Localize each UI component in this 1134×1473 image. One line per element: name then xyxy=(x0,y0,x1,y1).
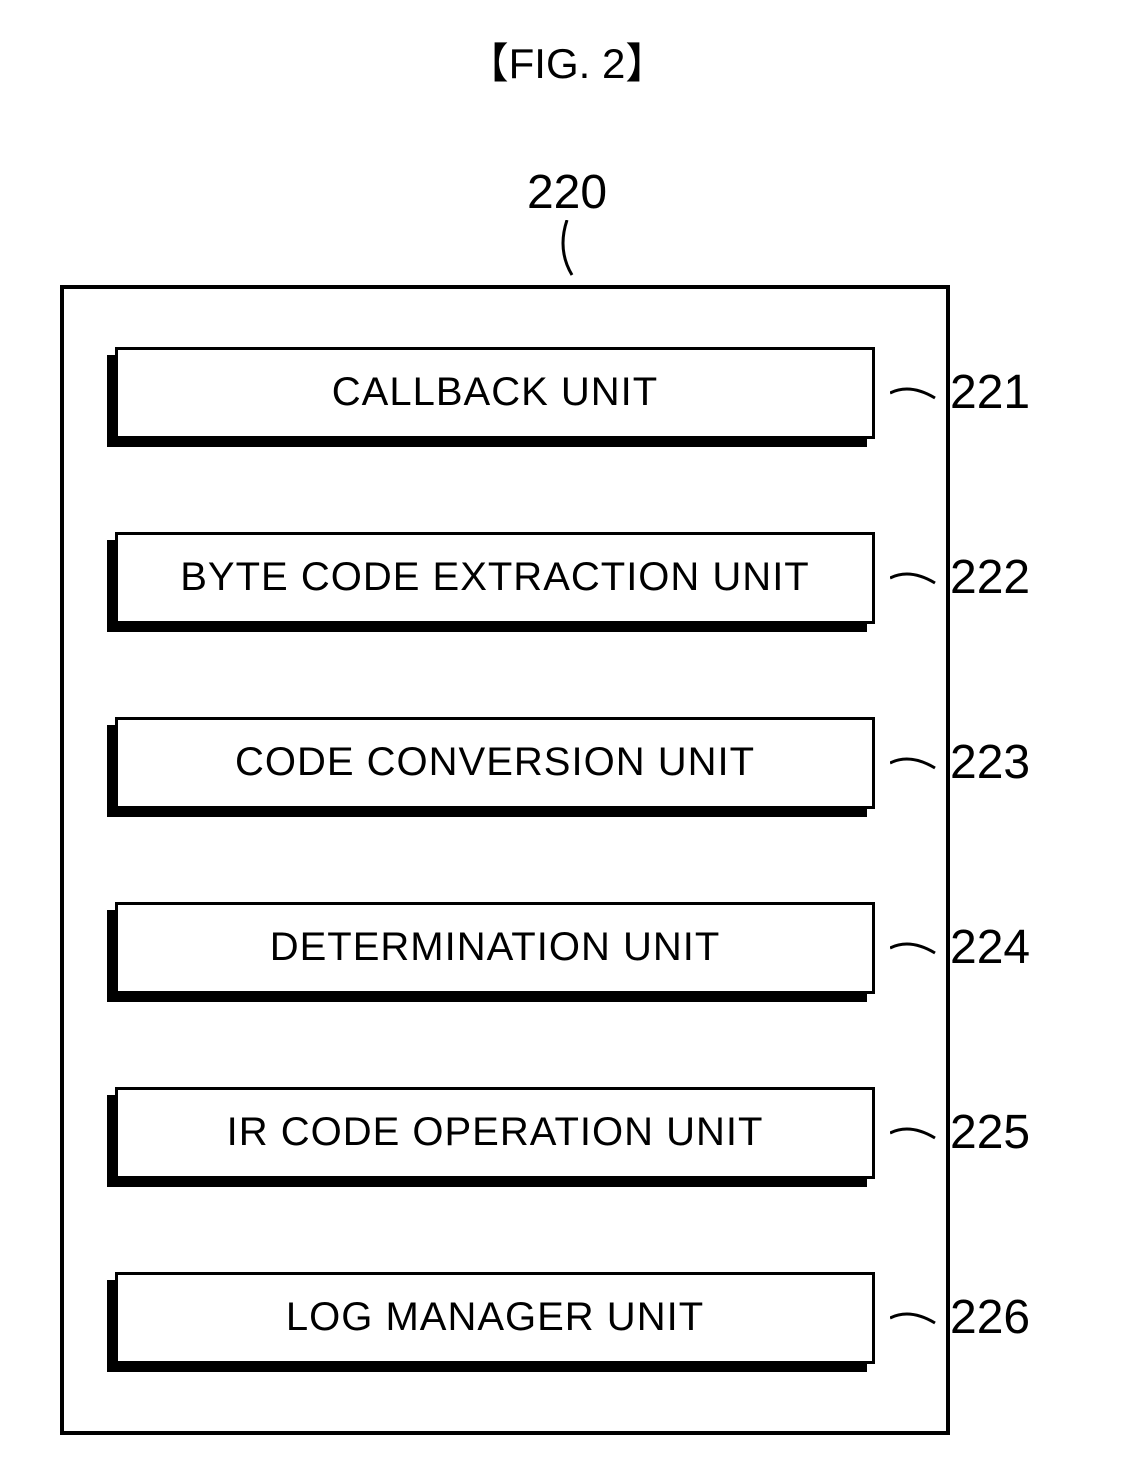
unit-row: IR CODE OPERATION UNIT 225 xyxy=(115,1085,1065,1180)
unit-text: CALLBACK UNIT xyxy=(115,347,875,439)
unit-text: DETERMINATION UNIT xyxy=(115,902,875,994)
figure-title: 【FIG. 2】 xyxy=(467,30,668,91)
unit-text: IR CODE OPERATION UNIT xyxy=(115,1087,875,1179)
log-manager-unit-box: LOG MANAGER UNIT xyxy=(115,1272,875,1364)
unit-text: BYTE CODE EXTRACTION UNIT xyxy=(115,532,875,624)
code-conversion-unit-box: CODE CONVERSION UNIT xyxy=(115,717,875,809)
leader-line xyxy=(890,378,940,408)
unit-text: LOG MANAGER UNIT xyxy=(115,1272,875,1364)
unit-label: 223 xyxy=(950,735,1030,790)
unit-label: 226 xyxy=(950,1290,1030,1345)
leader-line xyxy=(890,933,940,963)
determination-unit-box: DETERMINATION UNIT xyxy=(115,902,875,994)
container-box xyxy=(60,285,950,1435)
unit-row: CALLBACK UNIT 221 xyxy=(115,345,1065,440)
ir-code-operation-unit-box: IR CODE OPERATION UNIT xyxy=(115,1087,875,1179)
unit-label: 221 xyxy=(950,365,1030,420)
unit-label: 222 xyxy=(950,550,1030,605)
unit-text: CODE CONVERSION UNIT xyxy=(115,717,875,809)
leader-line xyxy=(890,1303,940,1333)
unit-label: 225 xyxy=(950,1105,1030,1160)
leader-line xyxy=(890,1118,940,1148)
container-leader-line xyxy=(547,220,587,280)
leader-line xyxy=(890,748,940,778)
container-label: 220 xyxy=(527,165,607,220)
unit-row: LOG MANAGER UNIT 226 xyxy=(115,1270,1065,1365)
unit-label: 224 xyxy=(950,920,1030,975)
leader-line xyxy=(890,563,940,593)
unit-row: DETERMINATION UNIT 224 xyxy=(115,900,1065,995)
byte-code-extraction-unit-box: BYTE CODE EXTRACTION UNIT xyxy=(115,532,875,624)
unit-row: CODE CONVERSION UNIT 223 xyxy=(115,715,1065,810)
callback-unit-box: CALLBACK UNIT xyxy=(115,347,875,439)
unit-row: BYTE CODE EXTRACTION UNIT 222 xyxy=(115,530,1065,625)
